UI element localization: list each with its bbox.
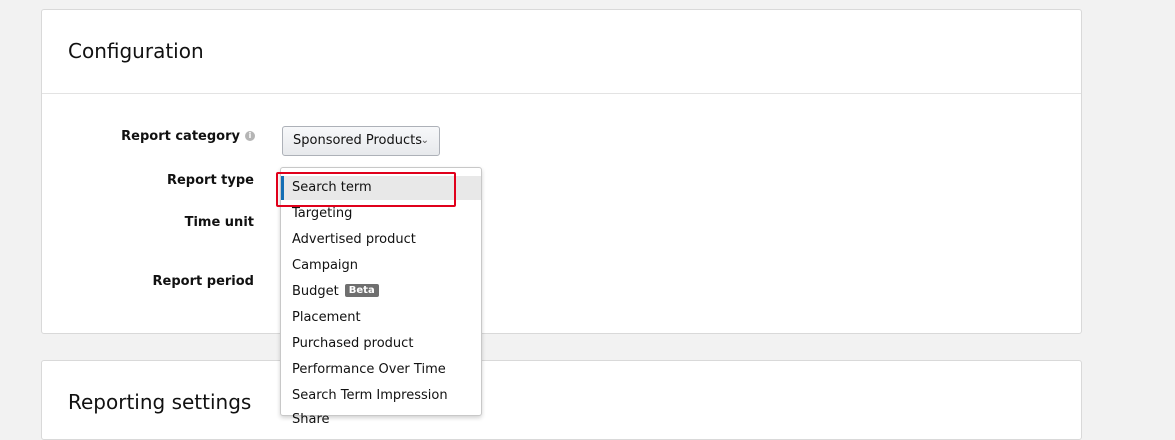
dropdown-item-label: Advertised product	[292, 232, 416, 247]
dropdown-item-placement[interactable]: Placement	[281, 306, 481, 330]
dropdown-item-label: Performance Over Time	[292, 362, 446, 377]
highlight-box	[276, 172, 456, 207]
report-category-label: Report category i	[55, 129, 255, 144]
dropdown-item-campaign[interactable]: Campaign	[281, 254, 481, 278]
info-icon[interactable]: i	[245, 130, 255, 141]
time-unit-label: Time unit	[184, 215, 254, 230]
dropdown-item-label: Targeting	[292, 206, 353, 221]
report-category-select[interactable]: Sponsored Products ⌄	[282, 126, 440, 156]
chevron-down-icon: ⌄	[420, 135, 429, 146]
report-type-label: Report type	[166, 173, 254, 188]
configuration-title: Configuration	[68, 39, 204, 63]
dropdown-item-purchased-product[interactable]: Purchased product	[281, 332, 481, 356]
dropdown-item-label: Purchased product	[292, 336, 414, 351]
reporting-settings-title: Reporting settings	[68, 390, 252, 414]
report-category-value: Sponsored Products	[293, 133, 422, 148]
dropdown-item-budget[interactable]: Budget Beta	[281, 280, 481, 304]
dropdown-item-label: Campaign	[292, 258, 359, 273]
report-category-label-text: Report category	[121, 129, 240, 144]
beta-badge: Beta	[344, 284, 379, 297]
reporting-settings-card: Reporting settings	[41, 360, 1082, 440]
report-period-label: Report period	[152, 274, 254, 289]
dropdown-item-label: Placement	[292, 310, 361, 325]
dropdown-item-search-term-impression-share[interactable]: Search Term Impression Share	[281, 384, 481, 427]
dropdown-item-advertised-product[interactable]: Advertised product	[281, 228, 481, 252]
configuration-header: Configuration	[42, 10, 1081, 94]
dropdown-item-label: Budget	[292, 284, 339, 299]
configuration-card: Configuration Report category i Sponsored…	[41, 9, 1082, 334]
dropdown-item-performance-over-time[interactable]: Performance Over Time	[281, 358, 481, 382]
